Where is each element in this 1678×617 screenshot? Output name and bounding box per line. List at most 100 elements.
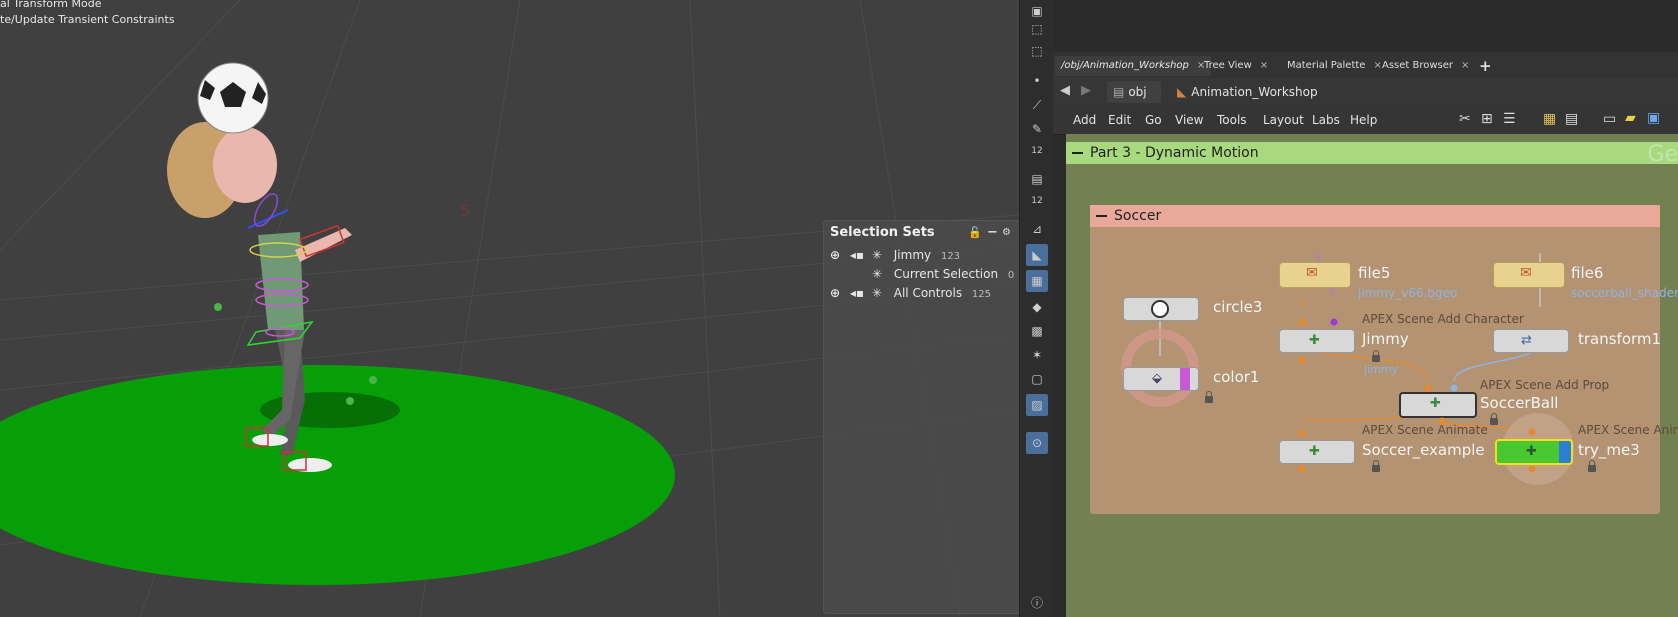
tab-tree-view[interactable]: Tree View × (1198, 56, 1274, 76)
lock-icon[interactable] (1205, 391, 1213, 403)
select-tool-icon[interactable]: ⬚ (1026, 18, 1048, 40)
network-box-header[interactable]: Part 3 - Dynamic Motion Ge (1066, 142, 1678, 167)
pane-tab-bar: /obj/Animation_Workshop × Tree View × Mate… (1053, 52, 1678, 79)
node-color1[interactable]: ⬙ (1123, 367, 1199, 391)
image-icon[interactable]: ▣ (1647, 110, 1660, 126)
node-soccerball[interactable]: ✚ (1399, 392, 1477, 418)
square-icon[interactable]: ▢ (1026, 368, 1048, 390)
selection-sets-panel: Selection Sets 🔓 − ⚙ ⊕ ◂▪ ✳ Jimmy 123 ✳ … (823, 220, 1019, 614)
asterisk-icon: ✳ (872, 267, 883, 281)
selection-set-row[interactable]: ⊕ ◂▪ ✳ Jimmy 123 (830, 246, 960, 265)
pane-top-strip (1053, 0, 1678, 48)
menu-add[interactable]: Add (1073, 113, 1096, 127)
close-icon[interactable]: × (1461, 60, 1469, 71)
network-box-header[interactable]: Soccer (1090, 205, 1660, 227)
list-icon[interactable]: ☰ (1503, 111, 1516, 127)
info-icon[interactable]: ⓘ (1026, 592, 1048, 614)
collapse-icon[interactable] (1096, 215, 1107, 217)
node-type: APEX Scene Add Character (1362, 312, 1524, 326)
table-icon[interactable]: ▤ (1565, 111, 1578, 127)
display-level-icon[interactable]: 12 (1026, 190, 1048, 212)
point-icon[interactable]: • (1026, 70, 1048, 92)
add-icon[interactable]: ⊕ (830, 286, 840, 300)
key-icon[interactable]: ◂▪ (850, 286, 864, 300)
measure-icon[interactable]: ⊿ (1026, 218, 1048, 240)
animate-icon: ✚ (1309, 444, 1320, 459)
paint-bucket-icon: ⬙ (1152, 371, 1162, 386)
back-arrow-icon[interactable]: ◀ (1060, 83, 1070, 98)
node-type: APEX Scene Animate (1362, 423, 1488, 437)
background-image-icon[interactable]: ▨ (1026, 394, 1048, 416)
selection-set-count: 123 (940, 251, 961, 262)
pen-icon[interactable]: ✎ (1026, 118, 1048, 140)
pivot-icon[interactable]: ✶ (1026, 344, 1048, 366)
network-box-watermark: Ge (1647, 142, 1678, 167)
display-flag[interactable] (1559, 441, 1571, 463)
selection-set-row[interactable]: ✳ Current Selection 0 (872, 265, 1014, 284)
tab-label: /obj/Animation_Workshop (1061, 60, 1189, 71)
path-bar: ◀ ▶ ▤ obj ◣ Animation_Workshop (1053, 78, 1678, 107)
lock-icon[interactable] (1372, 460, 1380, 472)
tab-asset-browser[interactable]: Asset Browser × (1376, 56, 1475, 76)
menu-view[interactable]: View (1175, 113, 1203, 127)
path-segment-obj[interactable]: ▤ obj (1107, 81, 1161, 103)
texture-icon[interactable]: ▩ (1026, 320, 1048, 342)
unlock-icon[interactable]: 🔓 (968, 221, 982, 245)
node-type: APEX Scene Anima (1578, 423, 1678, 437)
checker-icon[interactable]: ▦ (1026, 270, 1048, 292)
lock-icon[interactable] (1588, 460, 1596, 472)
paint-icon[interactable]: ▤ (1026, 168, 1048, 190)
forward-arrow-icon[interactable]: ▶ (1081, 83, 1091, 98)
network-canvas[interactable]: Part 3 - Dynamic Motion Ge Soccer circle… (1066, 134, 1678, 617)
selection-set-label: Jimmy (893, 248, 932, 262)
wireframe-shaded-icon[interactable]: ◣ (1026, 244, 1048, 266)
tools-icon[interactable]: ✂ (1459, 111, 1471, 127)
selection-set-row[interactable]: ⊕ ◂▪ ✳ All Controls 125 (830, 284, 991, 303)
menu-help[interactable]: Help (1350, 113, 1377, 127)
asterisk-icon: ✳ (871, 286, 882, 300)
close-icon[interactable]: × (1260, 60, 1268, 71)
tree-icon[interactable]: ⊞ (1481, 111, 1493, 127)
snap-tool-icon[interactable]: ⬚ (1026, 40, 1048, 62)
file-icon: ✉ (1306, 265, 1318, 281)
node-file5[interactable]: ✉ (1279, 262, 1351, 288)
menu-layout[interactable]: Layout (1263, 113, 1304, 127)
tab-label: Tree View (1204, 60, 1252, 71)
add-tab-button[interactable]: + (1473, 56, 1498, 76)
color-swatch (1180, 368, 1190, 390)
node-soccer-example[interactable]: ✚ (1279, 440, 1355, 464)
lock-icon[interactable] (1372, 350, 1380, 362)
menu-go[interactable]: Go (1145, 113, 1162, 127)
node-try-me3[interactable]: ✚ (1495, 439, 1573, 465)
dialog-icon[interactable]: ▭ (1603, 111, 1616, 127)
key-icon[interactable]: ◂▪ (850, 248, 864, 262)
add-icon[interactable]: ⊕ (830, 248, 840, 262)
path-label: obj (1128, 85, 1147, 99)
menu-edit[interactable]: Edit (1108, 113, 1131, 127)
grid-icon[interactable]: ▦ (1543, 111, 1556, 127)
selection-sets-title: Selection Sets (830, 225, 935, 240)
location-pin-icon[interactable]: ⊙ (1026, 432, 1048, 454)
sticky-note-icon[interactable]: ▰ (1625, 110, 1636, 126)
path-segment-animation-workshop[interactable]: ◣ Animation_Workshop (1171, 81, 1324, 103)
node-transform1[interactable]: ⇄ (1493, 329, 1569, 353)
node-jimmy[interactable]: ✚ (1279, 329, 1355, 353)
menu-tools[interactable]: Tools (1217, 113, 1247, 127)
options-icon[interactable]: ⚙ (1002, 221, 1011, 245)
node-circle3[interactable] (1123, 297, 1199, 321)
tab-material-palette[interactable]: Material Palette × (1281, 56, 1388, 76)
geometry-object-icon: ◣ (1177, 85, 1187, 99)
object-icon[interactable]: ◆ (1026, 296, 1048, 318)
wire-label: jimmy (1364, 363, 1399, 376)
node-label: file6 (1571, 264, 1604, 282)
network-editor-pane: /obj/Animation_Workshop × Tree View × Mate… (1053, 0, 1678, 617)
node-file6[interactable]: ✉ (1493, 262, 1565, 288)
collapse-icon[interactable] (1072, 152, 1083, 154)
lock-icon[interactable] (1490, 413, 1498, 425)
minimize-icon[interactable]: − (987, 221, 998, 245)
tab-animation-workshop[interactable]: /obj/Animation_Workshop × (1055, 56, 1212, 76)
menu-labs[interactable]: Labs (1312, 113, 1340, 127)
scene-viewport[interactable]: 5 al Transform Mode te/Update Transient … (0, 0, 1019, 617)
edge-icon[interactable]: ⟋ (1026, 94, 1048, 116)
display-level-icon[interactable]: 12 (1026, 140, 1048, 162)
